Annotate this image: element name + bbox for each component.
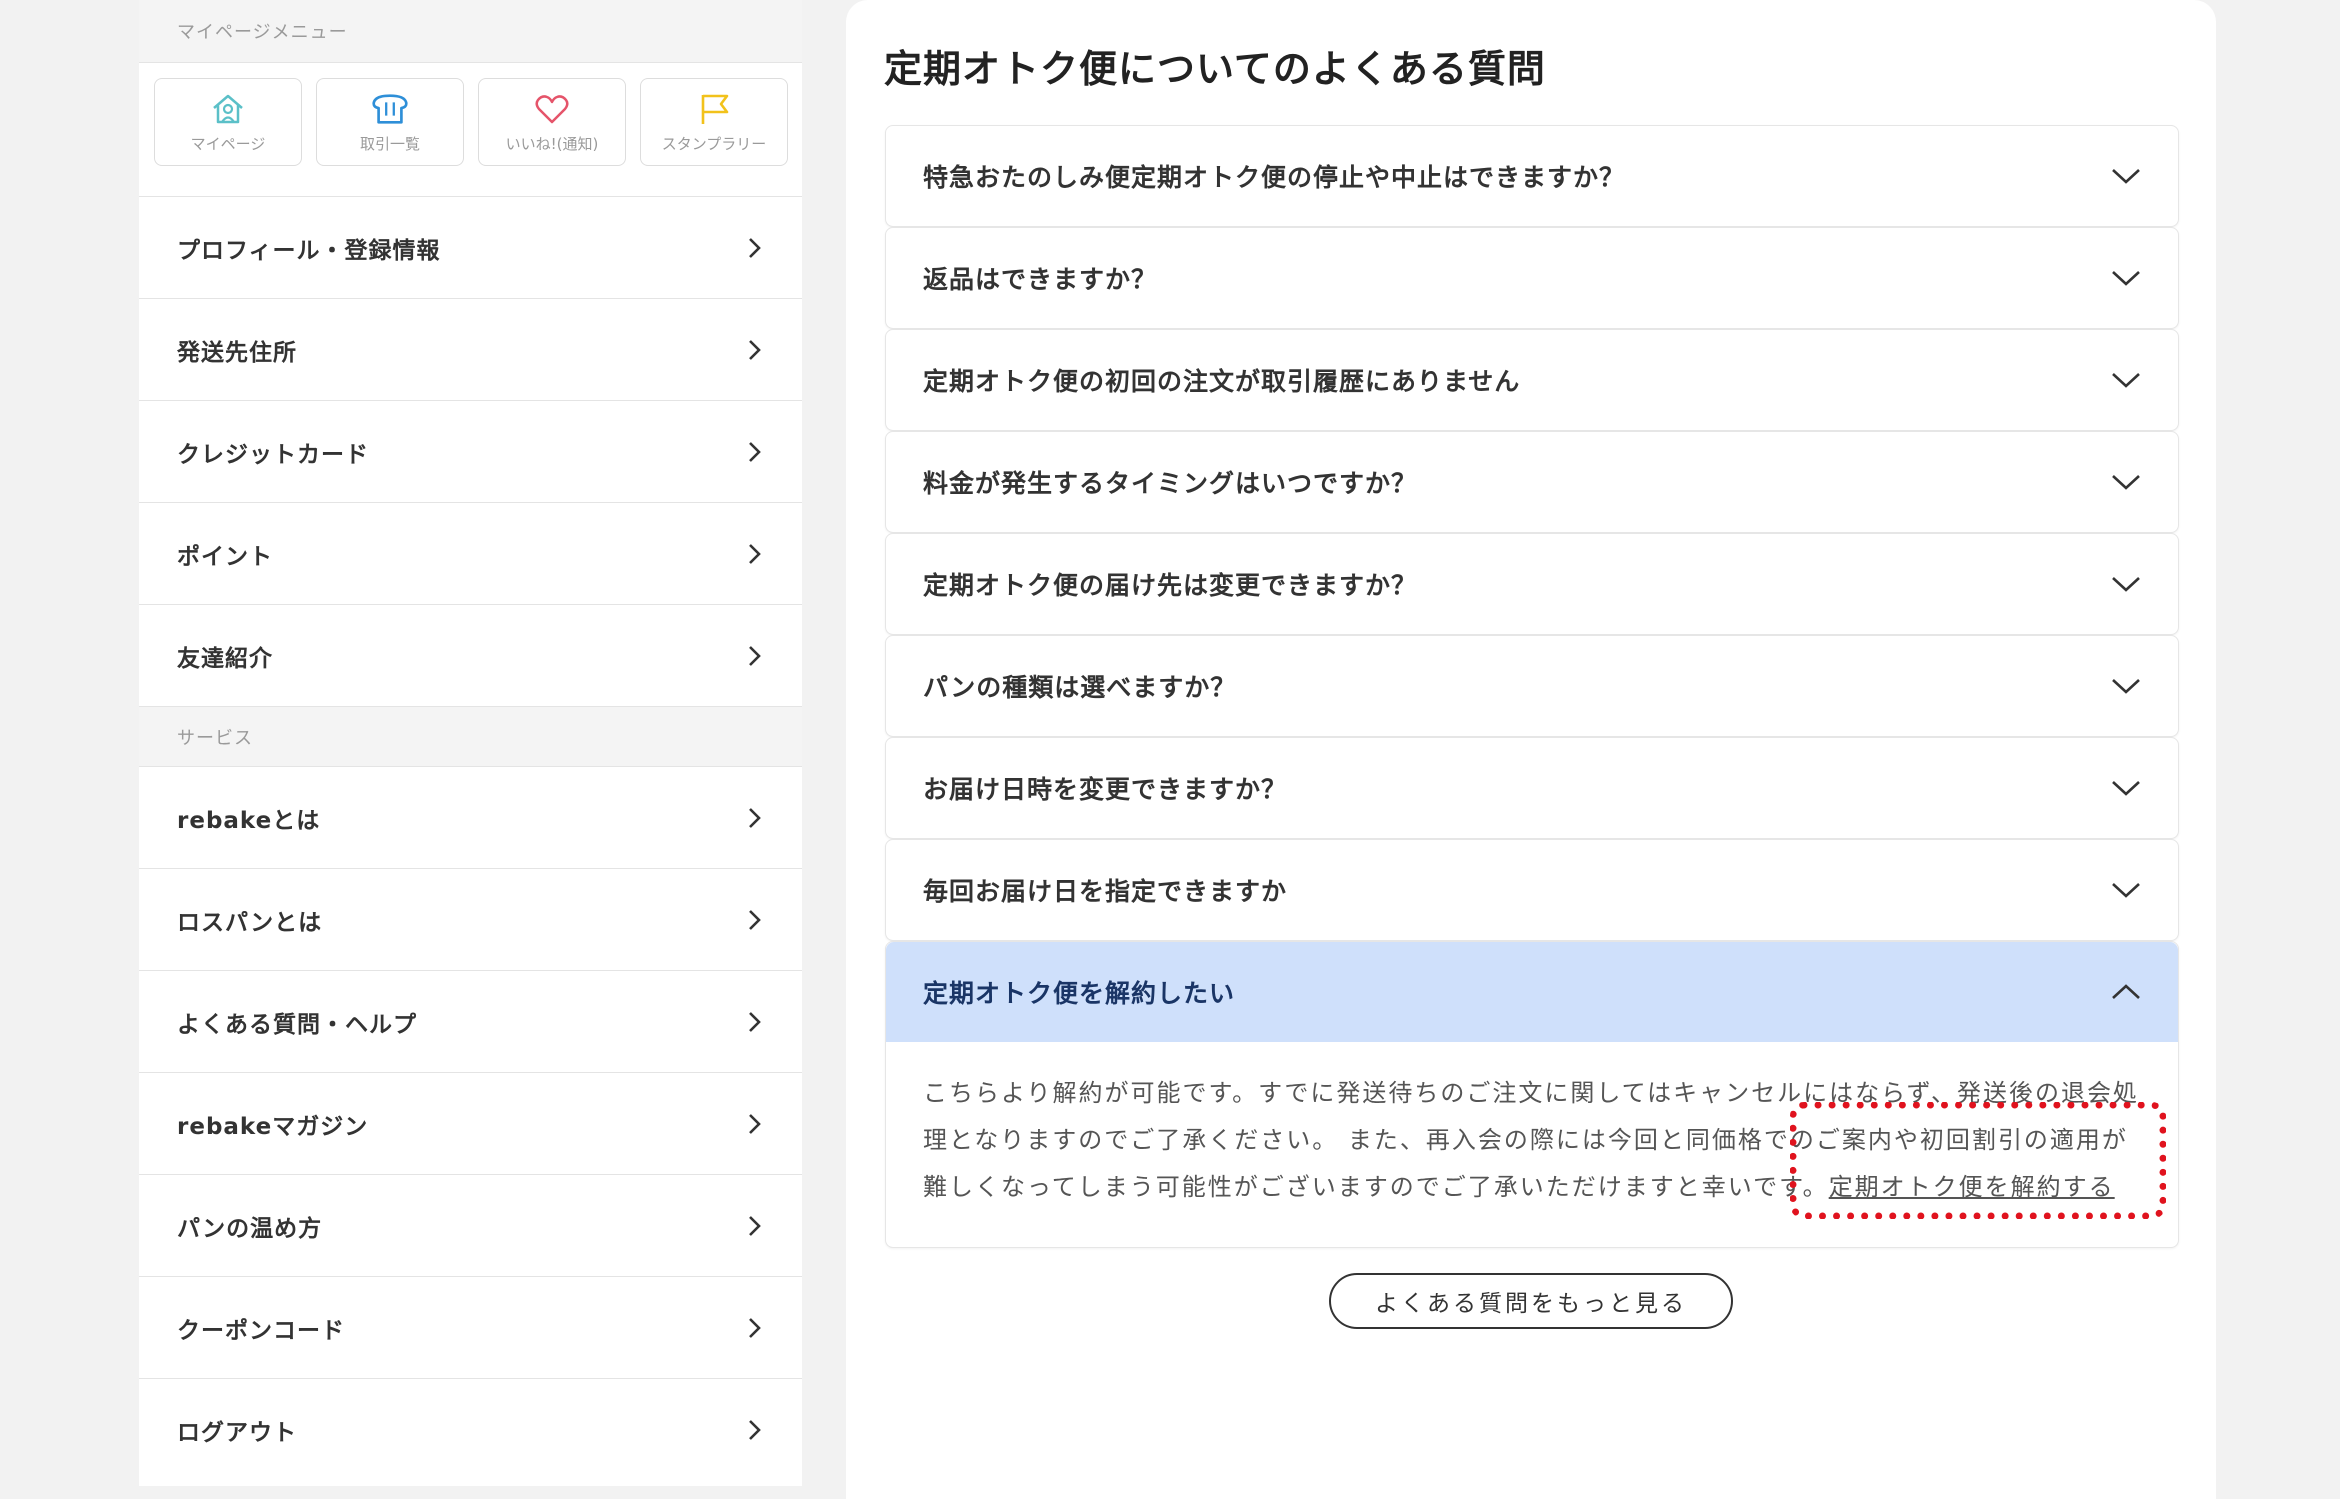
tile-stamp-rally[interactable]: スタンプラリー (640, 78, 788, 166)
menu-item-label: プロフィール・登録情報 (177, 237, 441, 264)
chevron-right-icon (749, 441, 761, 462)
chevron-down-icon (2112, 475, 2140, 490)
faq-question-text: パンの種類は選べますか？ (923, 673, 1237, 702)
menu-item-label: rebakeマガジン (177, 1113, 369, 1140)
chevron-down-icon (2112, 883, 2140, 898)
menu-item-label: よくある質問・ヘルプ (177, 1011, 417, 1038)
menu-item-label: クーポンコード (177, 1317, 345, 1344)
heart-icon (533, 91, 571, 127)
chevron-down-icon (2112, 679, 2140, 694)
flag-icon (695, 91, 733, 127)
faq-question-toggle[interactable]: 料金が発生するタイミングはいつですか？ (886, 432, 2178, 532)
tile-stamp-rally-label: スタンプラリー (661, 134, 767, 153)
home-icon (209, 91, 247, 127)
menu-item-label: ポイント (177, 543, 273, 570)
menu-item-points[interactable]: ポイント (139, 503, 802, 605)
faq-item-open: 定期オトク便を解約したい こちらより解約が可能です。すでに発送待ちのご注文に関し… (885, 941, 2179, 1248)
menu-item-label: rebakeとは (177, 807, 321, 834)
chevron-right-icon (749, 339, 761, 360)
chevron-right-icon (749, 909, 761, 930)
faq-question-text: 返品はできますか？ (923, 265, 1158, 294)
faq-item: お届け日時を変更できますか？ (885, 737, 2179, 839)
chevron-down-icon (2112, 169, 2140, 184)
chevron-right-icon (749, 807, 761, 828)
menu-item-faq-help[interactable]: よくある質問・ヘルプ (139, 971, 802, 1073)
chevron-right-icon (749, 1011, 761, 1032)
menu-item-label: クレジットカード (177, 441, 369, 468)
menu-item-label: 発送先住所 (177, 339, 297, 366)
menu-item-label: ロスパンとは (177, 909, 323, 936)
faq-answer: こちらより解約が可能です。すでに発送待ちのご注文に関してはキャンセルにはならず、… (886, 1042, 2178, 1247)
quick-tiles: マイページ 取引一覧 いいね!(通知) スタンプラリー (139, 63, 802, 197)
faq-question-text: 定期オトク便の届け先は変更できますか？ (923, 571, 1418, 600)
faq-question-toggle[interactable]: パンの種類は選べますか？ (886, 636, 2178, 736)
tile-mypage-label: マイページ (190, 134, 266, 153)
menu-item-label: パンの温め方 (177, 1215, 323, 1242)
mypage-menu-header: マイページメニュー (139, 0, 802, 63)
faq-question-text: 毎回お届け日を指定できますか (923, 877, 1288, 906)
chevron-down-icon (2112, 373, 2140, 388)
faq-item: 毎回お届け日を指定できますか (885, 839, 2179, 941)
page-title: 定期オトク便についてのよくある質問 (884, 47, 1546, 91)
menu-item-label: 友達紹介 (177, 645, 273, 672)
service-header: サービス (139, 707, 802, 767)
menu-item-label: ログアウト (177, 1420, 297, 1446)
menu-item-magazine[interactable]: rebakeマガジン (139, 1073, 802, 1175)
faq-item: 料金が発生するタイミングはいつですか？ (885, 431, 2179, 533)
main-panel: 定期オトク便についてのよくある質問 特急おたのしみ便定期オトク便の停止や中止はで… (846, 0, 2216, 1499)
faq-question-toggle[interactable]: 定期オトク便を解約したい (886, 942, 2178, 1042)
chevron-right-icon (749, 1317, 761, 1338)
chevron-right-icon (749, 1113, 761, 1134)
menu-item-credit-card[interactable]: クレジットカード (139, 401, 802, 503)
faq-question-text: 特急おたのしみ便定期オトク便の停止や中止はできますか？ (923, 163, 1626, 192)
faq-question-toggle[interactable]: 毎回お届け日を指定できますか (886, 840, 2178, 940)
faq-item: 返品はできますか？ (885, 227, 2179, 329)
faq-question-text: 定期オトク便を解約したい (923, 979, 1236, 1008)
tile-likes[interactable]: いいね!(通知) (478, 78, 626, 166)
menu-item-profile[interactable]: プロフィール・登録情報 (139, 197, 802, 299)
bread-icon (371, 91, 409, 127)
tile-likes-label: いいね!(通知) (505, 134, 599, 153)
menu-item-about-rebake[interactable]: rebakeとは (139, 767, 802, 869)
faq-question-toggle[interactable]: 返品はできますか？ (886, 228, 2178, 328)
menu-item-shipping-address[interactable]: 発送先住所 (139, 299, 802, 401)
faq-question-toggle[interactable]: 特急おたのしみ便定期オトク便の停止や中止はできますか？ (886, 126, 2178, 226)
chevron-right-icon (749, 1420, 761, 1440)
menu-item-about-rospan[interactable]: ロスパンとは (139, 869, 802, 971)
chevron-right-icon (749, 645, 761, 666)
faq-list: 特急おたのしみ便定期オトク便の停止や中止はできますか？ 返品はできますか？ 定期… (885, 125, 2179, 1248)
chevron-right-icon (749, 237, 761, 258)
faq-item: パンの種類は選べますか？ (885, 635, 2179, 737)
chevron-down-icon (2112, 271, 2140, 286)
chevron-right-icon (749, 543, 761, 564)
menu-item-coupon-code[interactable]: クーポンコード (139, 1277, 802, 1379)
faq-question-toggle[interactable]: 定期オトク便の届け先は変更できますか？ (886, 534, 2178, 634)
tile-transactions[interactable]: 取引一覧 (316, 78, 464, 166)
tile-transactions-label: 取引一覧 (359, 134, 420, 153)
faq-item: 特急おたのしみ便定期オトク便の停止や中止はできますか？ (885, 125, 2179, 227)
faq-question-toggle[interactable]: 定期オトク便の初回の注文が取引履歴にありません (886, 330, 2178, 430)
chevron-right-icon (749, 1215, 761, 1236)
sidebar: マイページメニュー マイページ 取引一覧 いいね!(通知) スタンプラリー プロ… (139, 0, 802, 1486)
menu-item-warming-bread[interactable]: パンの温め方 (139, 1175, 802, 1277)
faq-question-text: お届け日時を変更できますか？ (923, 775, 1288, 804)
menu-item-referral[interactable]: 友達紹介 (139, 605, 802, 707)
menu-item-logout[interactable]: ログアウト (139, 1379, 802, 1481)
faq-item: 定期オトク便の初回の注文が取引履歴にありません (885, 329, 2179, 431)
faq-question-toggle[interactable]: お届け日時を変更できますか？ (886, 738, 2178, 838)
chevron-down-icon (2112, 781, 2140, 796)
more-faq-button[interactable]: よくある質問をもっと見る (1329, 1273, 1733, 1329)
faq-question-text: 定期オトク便の初回の注文が取引履歴にありません (923, 367, 1521, 396)
cancel-subscription-link[interactable]: 定期オトク便を解約する (1829, 1173, 2115, 1201)
faq-item: 定期オトク便の届け先は変更できますか？ (885, 533, 2179, 635)
chevron-down-icon (2112, 577, 2140, 592)
tile-mypage[interactable]: マイページ (154, 78, 302, 166)
chevron-up-icon (2112, 984, 2140, 999)
faq-question-text: 料金が発生するタイミングはいつですか？ (923, 469, 1418, 498)
